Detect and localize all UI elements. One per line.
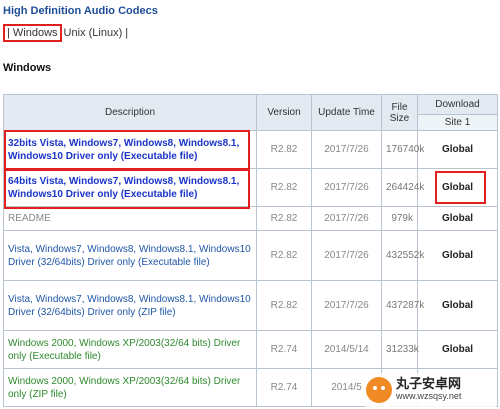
watermark-brand: 丸子安卓网	[396, 376, 462, 391]
size-cell: 176740k	[381, 130, 424, 169]
driver-link[interactable]: Windows 2000, Windows XP/2003(32/64 bits…	[8, 376, 240, 400]
date-cell: 2017/7/26	[311, 168, 382, 207]
col-header-update-time: Update Time	[311, 94, 382, 131]
date-cell: 2017/7/26	[311, 206, 382, 231]
col-header-version: Version	[256, 94, 312, 131]
version-cell: R2.82	[256, 280, 312, 331]
date-cell: 2017/7/26	[311, 230, 382, 281]
version-cell: R2.82	[256, 130, 312, 169]
table-row: 32bits Vista, Windows7, Windows8, Window…	[3, 130, 498, 169]
col-header-description: Description	[3, 94, 257, 131]
table-row: README R2.82 2017/7/26 979k Global	[3, 206, 498, 231]
os-link-windows[interactable]: Windows	[13, 27, 58, 39]
os-link-unix[interactable]: Unix (Linux) |	[64, 27, 129, 39]
version-cell: R2.74	[256, 330, 312, 369]
watermark-url: www.wzsqsy.net	[396, 391, 462, 401]
version-cell: R2.74	[256, 368, 312, 407]
global-download-link[interactable]: Global	[442, 144, 473, 155]
driver-link[interactable]: Vista, Windows7, Windows8, Windows8.1, W…	[8, 294, 251, 318]
driver-download-table: Description Version Update Time File Siz…	[3, 94, 498, 407]
global-download-link[interactable]: Global	[442, 213, 473, 224]
size-cell: 979k	[381, 206, 418, 231]
os-link-windows-highlight: | Windows	[3, 24, 62, 42]
watermark-logo-icon	[366, 377, 392, 403]
watermark: 丸子安卓网 www.wzsqsy.net	[366, 373, 496, 407]
table-row: Windows 2000, Windows XP/2003(32/64 bits…	[3, 330, 498, 369]
size-cell: 432552k	[381, 230, 424, 281]
table-row: 64bits Vista, Windows7, Windows8, Window…	[3, 168, 498, 207]
size-cell: 437287k	[381, 280, 424, 331]
global-download-link[interactable]: Global	[442, 250, 473, 261]
global-download-link[interactable]: Global	[442, 182, 473, 193]
version-cell: R2.82	[256, 206, 312, 231]
size-cell: 31233k	[381, 330, 419, 369]
driver-link[interactable]: 64bits Vista, Windows7, Windows8, Window…	[8, 176, 239, 200]
col-header-file-size: File Size	[381, 94, 418, 131]
table-row: Vista, Windows7, Windows8, Windows8.1, W…	[3, 280, 498, 331]
date-cell: 2014/5/14	[311, 330, 382, 369]
size-cell: 264424k	[381, 168, 424, 207]
global-download-link[interactable]: Global	[442, 300, 473, 311]
os-links-prefix: |	[7, 27, 10, 39]
driver-link[interactable]: Vista, Windows7, Windows8, Windows8.1, W…	[8, 244, 251, 268]
table-row: Vista, Windows7, Windows8, Windows8.1, W…	[3, 230, 498, 281]
os-links: | Windows Unix (Linux) |	[3, 24, 128, 42]
driver-link[interactable]: 32bits Vista, Windows7, Windows8, Window…	[8, 138, 239, 162]
readme-link[interactable]: README	[8, 213, 51, 224]
date-cell: 2017/7/26	[311, 130, 382, 169]
version-cell: R2.82	[256, 168, 312, 207]
col-header-site-1: Site 1	[417, 114, 498, 131]
section-heading-windows: Windows	[3, 62, 52, 74]
driver-link[interactable]: Windows 2000, Windows XP/2003(32/64 bits…	[8, 338, 240, 362]
date-cell: 2017/7/26	[311, 280, 382, 331]
col-header-download: Download	[417, 94, 498, 115]
version-cell: R2.82	[256, 230, 312, 281]
global-download-link[interactable]: Global	[442, 344, 473, 355]
page-title: High Definition Audio Codecs	[3, 5, 158, 17]
